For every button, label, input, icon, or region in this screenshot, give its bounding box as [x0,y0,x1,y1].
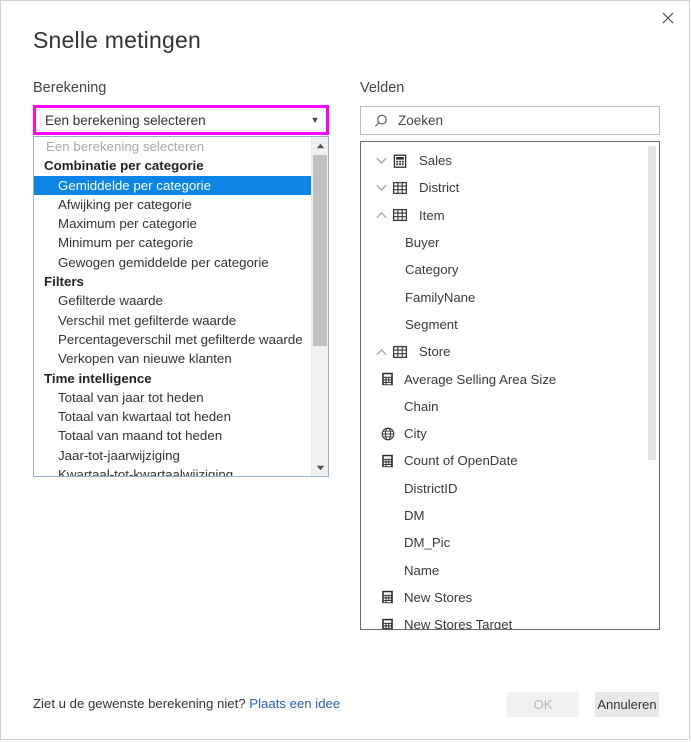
field-label: Segment [405,316,458,332]
fields-field-row[interactable]: Category [361,256,646,283]
chevron-up-icon[interactable] [371,348,391,356]
chevron-down-icon[interactable]: ▼ [304,115,326,125]
chevron-down-icon[interactable] [371,184,391,192]
field-label: DistrictID [404,480,458,496]
fields-field-row[interactable]: City [361,420,646,447]
fields-table-row[interactable]: Store [361,338,646,365]
fields-field-row[interactable]: DM [361,502,646,529]
scroll-down-glyph [316,465,324,470]
table-icon [391,181,408,195]
fields-field-row[interactable]: FamilyNane [361,283,646,310]
fields-panel-scroll-thumb[interactable] [648,146,656,460]
calculation-combobox[interactable]: Een berekening selecteren ▼ [33,105,329,135]
field-label: Chain [404,398,439,414]
field-label: DM [404,508,425,523]
fields-tree-panel[interactable]: Sales District Item Buyer Category FamilyNane… [360,141,660,630]
fields-field-row[interactable]: DistrictID [361,475,646,502]
measure-table-icon [391,154,408,168]
calculation-option[interactable]: Gefilterde waarde [34,291,311,310]
calculation-combobox-inner[interactable]: Een berekening selecteren ▼ [36,108,326,132]
page-title: Snelle metingen [33,27,201,53]
calculation-option[interactable]: Verkopen van nieuwe klanten [34,349,311,368]
search-input[interactable]: Zoeken [360,106,660,135]
field-label: Category [405,262,459,278]
calculation-option-selected[interactable]: Gemiddelde per categorie [34,175,311,195]
globe-icon [379,427,396,441]
fields-panel-scrollbar[interactable] [646,142,659,629]
submit-idea-link[interactable]: Plaats een idee [249,696,340,711]
fields-field-row[interactable]: New Stores [361,584,646,611]
calculation-option[interactable]: Totaal van jaar tot heden [34,388,311,407]
calculation-option[interactable]: Verschil met gefilterde waarde [34,311,311,330]
fields-field-row[interactable]: New Stores Target [361,611,646,629]
close-glyph [662,12,674,23]
calculation-option[interactable]: Percentageverschil met gefilterde waarde [34,330,311,349]
calculation-dropdown-options: Een berekening selecteren Combinatie per … [34,137,311,476]
quick-measures-dialog: Snelle metingen Berekening Een berekenin… [0,0,690,740]
measure-icon [379,454,396,468]
close-icon[interactable] [647,1,689,34]
scroll-up-glyph [316,143,324,148]
cancel-button[interactable]: Annuleren [595,692,659,717]
field-label: Count of OpenDate [404,453,518,469]
calculation-list-scroll-thumb[interactable] [313,155,327,346]
calculation-group-header: Time intelligence [44,370,152,386]
fields-field-row[interactable]: Name [361,556,646,583]
scroll-down-arrow-icon[interactable] [312,459,328,476]
measure-icon [379,618,396,629]
field-label: Sales [419,153,452,169]
field-label: DM_Pic [404,535,451,551]
fields-field-row[interactable]: Segment [361,311,646,338]
calculation-option[interactable]: Jaar-tot-jaarwijziging [34,446,311,465]
calculation-combobox-value: Een berekening selecteren [45,112,206,128]
calculation-option[interactable]: Gewogen gemiddelde per categorie [34,253,311,272]
calculation-group-header: Filters [44,274,84,290]
fields-field-row[interactable]: DM_Pic [361,529,646,556]
chevron-down-icon[interactable] [371,157,391,165]
calculation-option[interactable]: Een berekening selecteren [34,137,311,156]
footer-note-text: Ziet u de gewenste berekening niet? [33,696,246,711]
scroll-up-arrow-icon[interactable] [312,137,328,154]
field-label: Name [404,562,440,578]
table-icon [391,208,408,222]
calculation-option[interactable]: Totaal van maand tot heden [34,426,311,445]
calculation-group-header: Combinatie per categorie [44,158,204,174]
search-glyph [375,114,387,127]
calculation-option[interactable]: Totaal van kwartaal tot heden [34,407,311,426]
calculation-option[interactable]: Kwartaal-tot-kwartaalwijziging [34,465,311,476]
calculation-section-label: Berekening [33,80,107,96]
table-icon [391,345,408,359]
calculation-option[interactable]: Afwijking per categorie [34,195,311,214]
calculation-option[interactable]: Minimum per categorie [34,233,311,252]
field-label: Average Selling Area Size [404,371,557,387]
field-label: New Stores [404,589,473,605]
search-icon [373,113,393,129]
fields-table-row[interactable]: Item [361,202,646,229]
field-label: District [419,180,460,196]
field-label: FamilyNane [405,289,476,305]
calculation-option[interactable]: Maximum per categorie [34,214,311,233]
calculation-dropdown-list[interactable]: Een berekening selecteren Combinatie per … [33,136,329,477]
footer-note: Ziet u de gewenste berekening niet? Plaa… [33,696,340,711]
search-placeholder-text: Zoeken [398,113,444,128]
fields-field-row[interactable]: Count of OpenDate [361,447,646,474]
measure-icon [379,590,396,604]
chevron-up-icon[interactable] [371,211,391,219]
field-label: Item [419,207,445,223]
fields-section-label: Velden [360,80,405,96]
field-label: Store [419,344,451,360]
fields-table-row[interactable]: District [361,174,646,201]
fields-field-row[interactable]: Chain [361,393,646,420]
field-label: City [404,426,427,442]
fields-table-row[interactable]: Sales [361,147,646,174]
fields-field-row[interactable]: Buyer [361,229,646,256]
fields-tree-list: Sales District Item Buyer Category FamilyNane… [361,142,646,629]
field-label: New Stores Target [404,617,513,629]
ok-button[interactable]: OK [507,692,579,717]
measure-icon [379,372,396,386]
calculation-list-scrollbar[interactable] [311,137,328,476]
fields-field-row[interactable]: Average Selling Area Size [361,365,646,392]
field-label: Buyer [405,235,440,251]
